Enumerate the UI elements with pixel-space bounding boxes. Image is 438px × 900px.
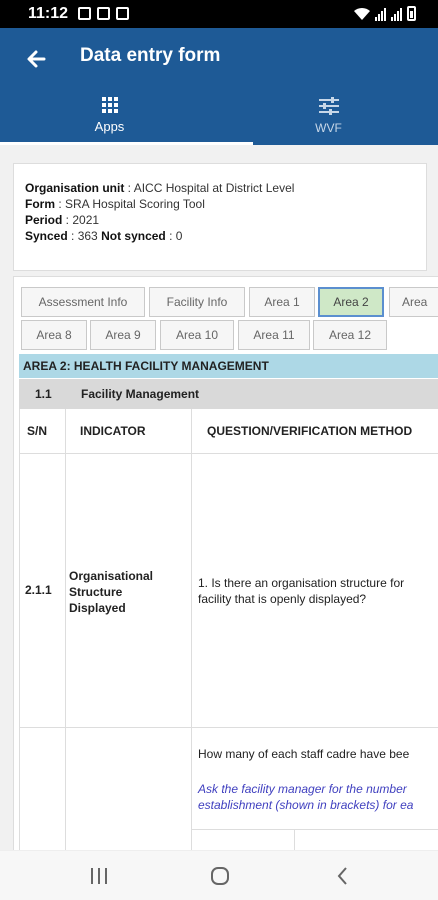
subsection-header: 1.1 Facility Management	[19, 379, 438, 409]
status-bar: 11:12	[0, 0, 438, 28]
period-row: Period : 2021	[25, 213, 100, 227]
header-sn: S/N	[27, 424, 48, 438]
recent-apps-icon[interactable]	[84, 863, 114, 889]
tab-wvf[interactable]: WVF	[219, 96, 438, 145]
org-unit-value: AICC Hospital at District Level	[133, 181, 295, 195]
notification-icons	[78, 7, 129, 20]
tab-wvf-label: WVF	[315, 121, 342, 135]
table-header-divider	[19, 453, 438, 454]
indicator-line-3: Displayed	[69, 601, 126, 615]
status-time: 11:12	[28, 5, 69, 22]
signal-icon-2	[391, 8, 402, 21]
row-question: 1. Is there an organisation structure fo…	[198, 575, 404, 607]
system-icons	[354, 6, 416, 21]
section-tab-area-10[interactable]: Area 10	[160, 320, 234, 350]
table-subrow-divider	[191, 829, 438, 830]
not-synced-label: Not synced	[101, 229, 166, 243]
section-tab-area-9[interactable]: Area 9	[90, 320, 156, 350]
area-banner: AREA 2: HEALTH FACILITY MANAGEMENT	[19, 354, 438, 378]
hint-line-2: establishment (shown in brackets) for ea	[198, 798, 414, 812]
section-tab-area-1[interactable]: Area 1	[249, 287, 315, 317]
question-line-2: facility that is openly displayed?	[198, 592, 367, 606]
grid-icon	[101, 97, 118, 113]
table-divider-2	[191, 409, 192, 850]
synced-label: Synced	[25, 229, 68, 243]
back-arrow-icon[interactable]	[22, 44, 52, 74]
period-value: 2021	[72, 213, 100, 227]
header-question: QUESTION/VERIFICATION METHOD	[207, 424, 413, 438]
indicator-line-2: Structure	[69, 585, 123, 599]
org-unit-row: Organisation unit : AICC Hospital at Dis…	[25, 181, 295, 195]
info-card: Organisation unit : AICC Hospital at Dis…	[13, 163, 427, 271]
image-notification-icon	[78, 7, 91, 20]
form-label: Form	[25, 197, 55, 211]
subsection-number: 1.1	[35, 387, 52, 401]
section-tab-area-11[interactable]: Area 11	[238, 320, 310, 350]
org-unit-label: Organisation unit	[25, 181, 125, 195]
indicator-line-1: Organisational	[69, 569, 154, 583]
header-indicator: INDICATOR	[80, 424, 146, 438]
home-icon[interactable]	[205, 863, 235, 889]
table-divider-1	[65, 409, 66, 850]
table-subcell-divider	[294, 829, 295, 850]
content-area: Organisation unit : AICC Hospital at Dis…	[0, 145, 438, 850]
signal-icon	[375, 8, 386, 21]
question-line-1: 1. Is there an organisation structure fo…	[198, 576, 405, 590]
section-tab-area-next[interactable]: Area	[389, 287, 438, 317]
section-tab-area-2[interactable]: Area 2	[318, 287, 384, 317]
page-title: Data entry form	[80, 45, 221, 66]
wifi-icon	[354, 7, 370, 21]
tab-apps[interactable]: Apps	[0, 96, 219, 145]
form-value: SRA Hospital Scoring Tool	[65, 197, 205, 211]
download-notification-icon	[97, 7, 110, 20]
section-tab-area-12[interactable]: Area 12	[313, 320, 387, 350]
system-nav-bar	[0, 850, 438, 900]
battery-icon	[407, 6, 416, 21]
row-indicator: Organisational Structure Displayed	[69, 568, 153, 616]
not-synced-value: 0	[175, 229, 183, 243]
section-tab-area-8[interactable]: Area 8	[21, 320, 87, 350]
hint-line-1: Ask the facility manager for the number	[198, 782, 407, 796]
row-sn: 2.1.1	[25, 583, 52, 597]
form-row: Form : SRA Hospital Scoring Tool	[25, 197, 205, 211]
section-tab-assessment-info[interactable]: Assessment Info	[21, 287, 145, 317]
back-nav-icon[interactable]	[328, 863, 358, 889]
row2-question: How many of each staff cadre have bee	[198, 747, 410, 761]
app-notification-icon	[116, 7, 129, 20]
tab-apps-label: Apps	[94, 119, 125, 134]
sliders-icon	[318, 97, 339, 115]
synced-value: 363	[77, 229, 98, 243]
period-label: Period	[25, 213, 63, 227]
table-border-left	[19, 409, 20, 850]
subsection-name: Facility Management	[81, 387, 200, 401]
section-tab-facility-info[interactable]: Facility Info	[149, 287, 245, 317]
app-bar: Data entry form Apps WVF	[0, 28, 438, 145]
sync-row: Synced : 363 Not synced : 0	[25, 229, 183, 243]
table-row-divider	[19, 727, 438, 728]
row2-hint: Ask the facility manager for the number …	[198, 781, 413, 813]
form-card: Assessment Info Facility Info Area 1 Are…	[13, 276, 438, 850]
